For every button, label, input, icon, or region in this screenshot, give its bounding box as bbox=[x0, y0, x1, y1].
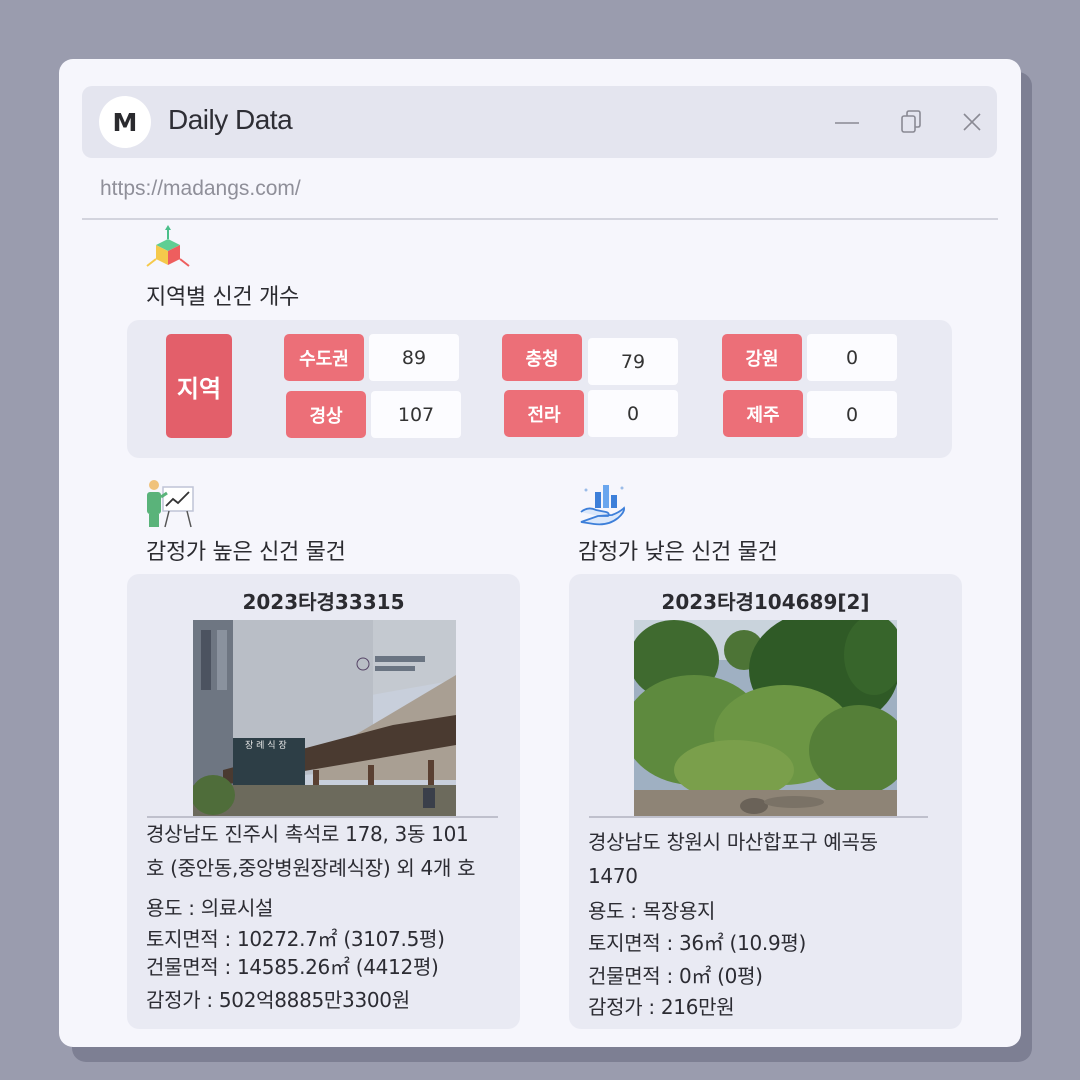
url-divider bbox=[82, 218, 998, 220]
region-value-sudogwon: 89 bbox=[369, 334, 459, 381]
region-label-chungcheong: 충청 bbox=[502, 334, 582, 381]
app-logo: M bbox=[99, 96, 151, 148]
high-building-area: 건물면적 : 14585.26㎡ (4412평) bbox=[146, 955, 439, 979]
high-section-title: 감정가 높은 신건 물건 bbox=[146, 540, 346, 565]
app-title: Daily Data bbox=[168, 104, 293, 135]
funeral-hall-building-photo: 장 례 식 장 bbox=[193, 620, 456, 816]
restore-icon bbox=[901, 110, 921, 133]
low-appraisal-price: 감정가 : 216만원 bbox=[588, 995, 735, 1019]
url-text[interactable]: https://madangs.com/ bbox=[100, 177, 301, 201]
region-label-gangwon: 강원 bbox=[722, 334, 802, 381]
close-button[interactable] bbox=[958, 108, 986, 136]
high-address: 경상남도 진주시 촉석로 178, 3동 101 호 (중안동,중앙병원장례식장… bbox=[146, 817, 511, 885]
low-address-line1: 경상남도 창원시 마산합포구 예곡동 bbox=[588, 830, 878, 854]
region-value-jeolla: 0 bbox=[588, 390, 678, 437]
forest-land-photo bbox=[634, 620, 897, 816]
svg-text:장 례 식 장: 장 례 식 장 bbox=[245, 740, 287, 751]
high-usage: 용도 : 의료시설 bbox=[146, 896, 274, 920]
region-value-gyeongsang: 107 bbox=[371, 391, 461, 438]
low-section-title: 감정가 낮은 신건 물건 bbox=[578, 540, 778, 565]
restore-button[interactable] bbox=[897, 108, 925, 136]
high-land-area: 토지면적 : 10272.7㎡ (3107.5평) bbox=[146, 927, 445, 951]
region-value-gangwon: 0 bbox=[807, 334, 897, 381]
close-icon bbox=[963, 113, 981, 131]
presentation-chart-icon bbox=[147, 480, 194, 528]
minimize-icon bbox=[835, 122, 859, 124]
low-appraisal-card[interactable]: 2023타경104689[2] 경상남도 창원시 마산합포구 예곡동 1470 … bbox=[569, 574, 962, 1029]
region-header-badge: 지역 bbox=[166, 334, 232, 438]
region-panel: 지역 수도권 89 경상 107 충청 79 전라 0 강원 0 제주 0 bbox=[127, 320, 952, 458]
low-address: 경상남도 창원시 마산합포구 예곡동 1470 bbox=[588, 825, 953, 893]
region-section-title: 지역별 신건 개수 bbox=[146, 285, 299, 310]
hand-chart-icon bbox=[580, 485, 626, 526]
high-address-line2: 호 (중안동,중앙병원장례식장) 외 4개 호 bbox=[146, 856, 476, 880]
region-label-gyeongsang: 경상 bbox=[286, 391, 366, 438]
low-case-number[interactable]: 2023타경104689[2] bbox=[569, 586, 962, 615]
app-window: M Daily Data https://madangs.com/ 지역별 신건… bbox=[59, 59, 1021, 1047]
high-appraisal-price: 감정가 : 502억8885만3300원 bbox=[146, 988, 410, 1012]
low-usage: 용도 : 목장용지 bbox=[588, 899, 716, 923]
3d-cube-icon bbox=[146, 225, 190, 267]
low-address-line2: 1470 bbox=[588, 864, 638, 888]
region-label-jeolla: 전라 bbox=[504, 390, 584, 437]
high-appraisal-card[interactable]: 2023타경33315 장 례 식 장 경상남도 진주시 촉석로 178, 3동… bbox=[127, 574, 520, 1029]
photo-divider bbox=[589, 816, 928, 818]
low-building-area: 건물면적 : 0㎡ (0평) bbox=[588, 964, 763, 988]
region-label-jeju: 제주 bbox=[723, 390, 803, 437]
low-land-area: 토지면적 : 36㎡ (10.9평) bbox=[588, 931, 806, 955]
title-bar: M Daily Data bbox=[82, 86, 997, 158]
high-case-number[interactable]: 2023타경33315 bbox=[127, 586, 520, 615]
minimize-button[interactable] bbox=[833, 108, 861, 136]
region-label-sudogwon: 수도권 bbox=[284, 334, 364, 381]
high-address-line1: 경상남도 진주시 촉석로 178, 3동 101 bbox=[146, 822, 469, 846]
region-value-chungcheong: 79 bbox=[588, 338, 678, 385]
region-value-jeju: 0 bbox=[807, 391, 897, 438]
